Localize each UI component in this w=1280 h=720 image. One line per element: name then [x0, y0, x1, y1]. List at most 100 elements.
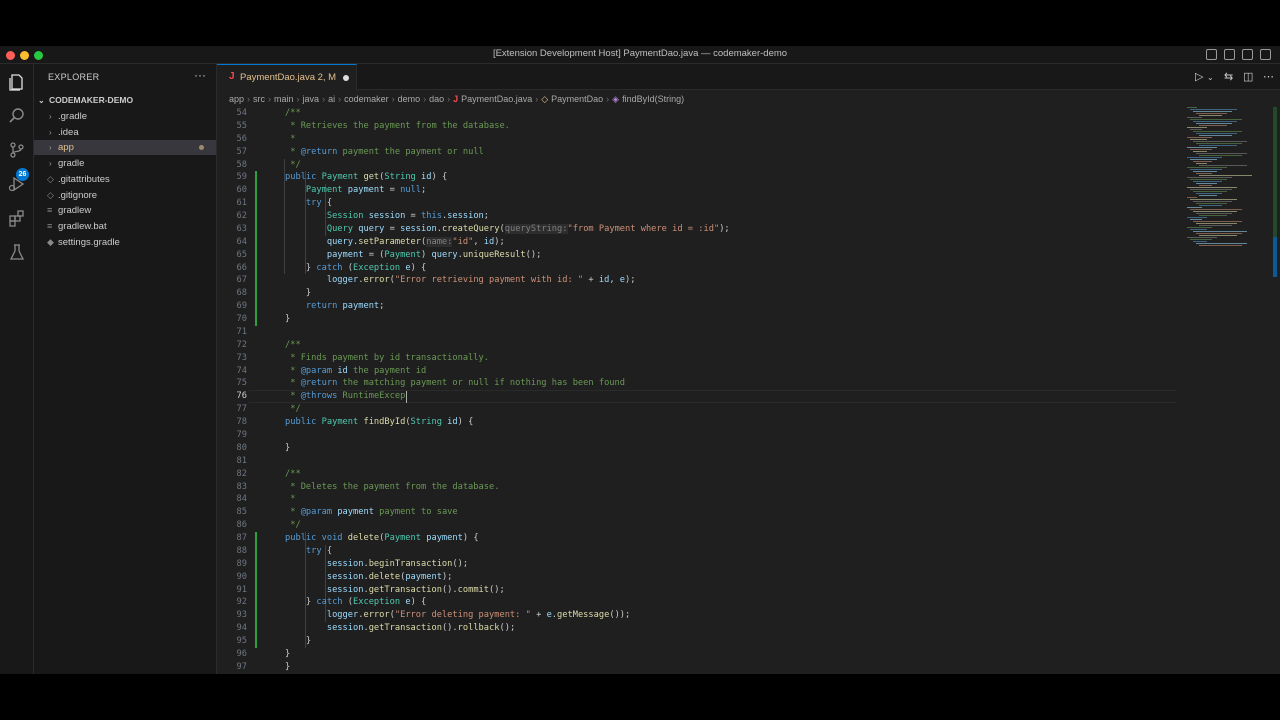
code-token: session	[400, 223, 437, 234]
activity-bar: 26	[0, 64, 34, 674]
breadcrumb-item[interactable]: ai	[328, 94, 335, 104]
code-text: session.getTransaction().rollback();	[285, 622, 515, 635]
code-token: );	[441, 571, 453, 582]
scrollbar[interactable]	[1272, 107, 1278, 407]
code-line: 58 */	[217, 159, 1177, 172]
minimap-line	[1193, 121, 1237, 122]
code-token: *	[285, 391, 301, 402]
tree-item-gradle[interactable]: › gradle	[34, 156, 216, 171]
tree-item-gradlew-bat[interactable]: ≡ gradlew.bat	[34, 219, 216, 234]
modified-gutter-marker[interactable]	[255, 222, 257, 236]
minimap-line	[1199, 115, 1222, 116]
testing-icon[interactable]	[7, 242, 27, 262]
toggle-panel-icon[interactable]	[1224, 49, 1235, 60]
breadcrumb-item[interactable]: findById(String)	[622, 94, 684, 104]
tree-item-dot-idea[interactable]: › .idea	[34, 125, 216, 140]
modified-gutter-marker[interactable]	[255, 635, 257, 649]
modified-gutter-marker[interactable]	[255, 557, 257, 571]
tree-item-gradlew[interactable]: ≡ gradlew	[34, 203, 216, 218]
code-token: logger	[326, 275, 359, 286]
files-icon[interactable]	[7, 72, 27, 92]
modified-gutter-marker[interactable]	[255, 622, 257, 636]
file-icon: ≡	[47, 205, 53, 216]
modified-gutter-marker[interactable]	[255, 532, 257, 546]
project-section-header[interactable]: ⌄ CODEMAKER-DEMO	[34, 93, 217, 108]
modified-gutter-marker[interactable]	[255, 248, 257, 262]
tree-item-dot-gitattributes[interactable]: ◇ .gitattributes	[34, 172, 216, 187]
code-token: *	[285, 494, 296, 505]
modified-gutter-marker[interactable]	[255, 570, 257, 584]
modified-gutter-marker[interactable]	[255, 300, 257, 314]
modified-gutter-marker[interactable]	[255, 313, 257, 327]
run-dropdown-icon[interactable]: ⌄	[1207, 73, 1214, 82]
line-number: 58	[236, 159, 247, 170]
code-editor[interactable]: 54 /** 55 * Retrieves the payment from the…	[217, 107, 1177, 674]
minimap-line	[1190, 179, 1227, 180]
tree-item-dot-gradle[interactable]: › .gradle	[34, 109, 216, 124]
modified-gutter-marker[interactable]	[255, 171, 257, 185]
code-token: session	[326, 584, 364, 595]
code-token: @param	[300, 365, 338, 376]
minimap-line	[1199, 205, 1222, 206]
breadcrumb-item[interactable]: app	[229, 94, 244, 104]
run-icon[interactable]: ▷	[1195, 70, 1203, 83]
modified-gutter-marker[interactable]	[255, 596, 257, 610]
code-line: 84 *	[217, 493, 1177, 506]
customize-layout-icon[interactable]	[1260, 49, 1271, 60]
code-token: ) {	[410, 597, 427, 608]
code-token: Payment	[321, 417, 364, 428]
breadcrumb-separator-icon: ›	[535, 94, 539, 104]
source-control-icon[interactable]	[7, 140, 27, 160]
minimap[interactable]	[1183, 107, 1273, 257]
modified-gutter-marker[interactable]	[255, 261, 257, 275]
breadcrumb-item[interactable]: PaymentDao.java	[461, 94, 532, 104]
code-text: Session session = this.session;	[285, 210, 489, 223]
modified-gutter-marker[interactable]	[255, 197, 257, 211]
modified-gutter-marker[interactable]	[255, 184, 257, 198]
compare-changes-icon[interactable]: ⇆	[1224, 70, 1233, 83]
code-token: the payment id	[347, 365, 427, 376]
code-token: getTransaction	[368, 584, 442, 595]
breadcrumb-item[interactable]: main	[274, 94, 294, 104]
code-token: "Error retrieving payment with id: "	[394, 275, 584, 286]
minimap-line	[1190, 229, 1207, 230]
extensions-icon[interactable]	[7, 208, 27, 228]
modified-gutter-marker[interactable]	[255, 210, 257, 224]
modified-gutter-marker[interactable]	[255, 583, 257, 597]
toggle-secondary-sidebar-icon[interactable]	[1242, 49, 1253, 60]
search-icon[interactable]	[7, 106, 27, 126]
tree-item-settings-gradle[interactable]: ◆ settings.gradle	[34, 235, 216, 250]
breadcrumb-item[interactable]: dao	[429, 94, 444, 104]
tree-item-label: .idea	[58, 126, 79, 138]
code-line: 66 } catch (Exception e) {	[217, 261, 1177, 275]
minimap-line	[1190, 109, 1237, 110]
modified-gutter-marker[interactable]	[255, 287, 257, 301]
breadcrumb-item[interactable]: demo	[398, 94, 421, 104]
tab-paymentdao[interactable]: J PaymentDao.java 2, M	[217, 64, 357, 90]
chevron-right-icon: ›	[49, 127, 52, 137]
modified-gutter-marker[interactable]	[255, 235, 257, 249]
code-token: findById	[363, 417, 406, 428]
run-debug-icon[interactable]	[7, 174, 27, 194]
more-actions-icon[interactable]: ···	[194, 68, 206, 82]
breadcrumb-item[interactable]: java	[303, 94, 320, 104]
unsaved-dot-icon[interactable]	[343, 75, 349, 81]
line-number: 94	[236, 623, 247, 634]
split-editor-icon[interactable]: ◫	[1243, 70, 1253, 83]
more-editor-actions-icon[interactable]: ⋯	[1263, 70, 1274, 83]
tree-item-app[interactable]: › app	[34, 140, 216, 156]
toggle-sidebar-icon[interactable]	[1206, 49, 1217, 60]
breadcrumb-item[interactable]: src	[253, 94, 265, 104]
tree-item-dot-gitignore[interactable]: ◇ .gitignore	[34, 188, 216, 203]
code-token: the matching payment or null if nothing …	[337, 378, 625, 389]
modified-gutter-marker[interactable]	[255, 544, 257, 558]
modified-gutter-marker[interactable]	[255, 274, 257, 288]
breadcrumb-item[interactable]: codemaker	[344, 94, 389, 104]
breadcrumb-item[interactable]: PaymentDao	[551, 94, 603, 104]
minimap-line	[1190, 169, 1222, 170]
modified-gutter-marker[interactable]	[255, 609, 257, 623]
